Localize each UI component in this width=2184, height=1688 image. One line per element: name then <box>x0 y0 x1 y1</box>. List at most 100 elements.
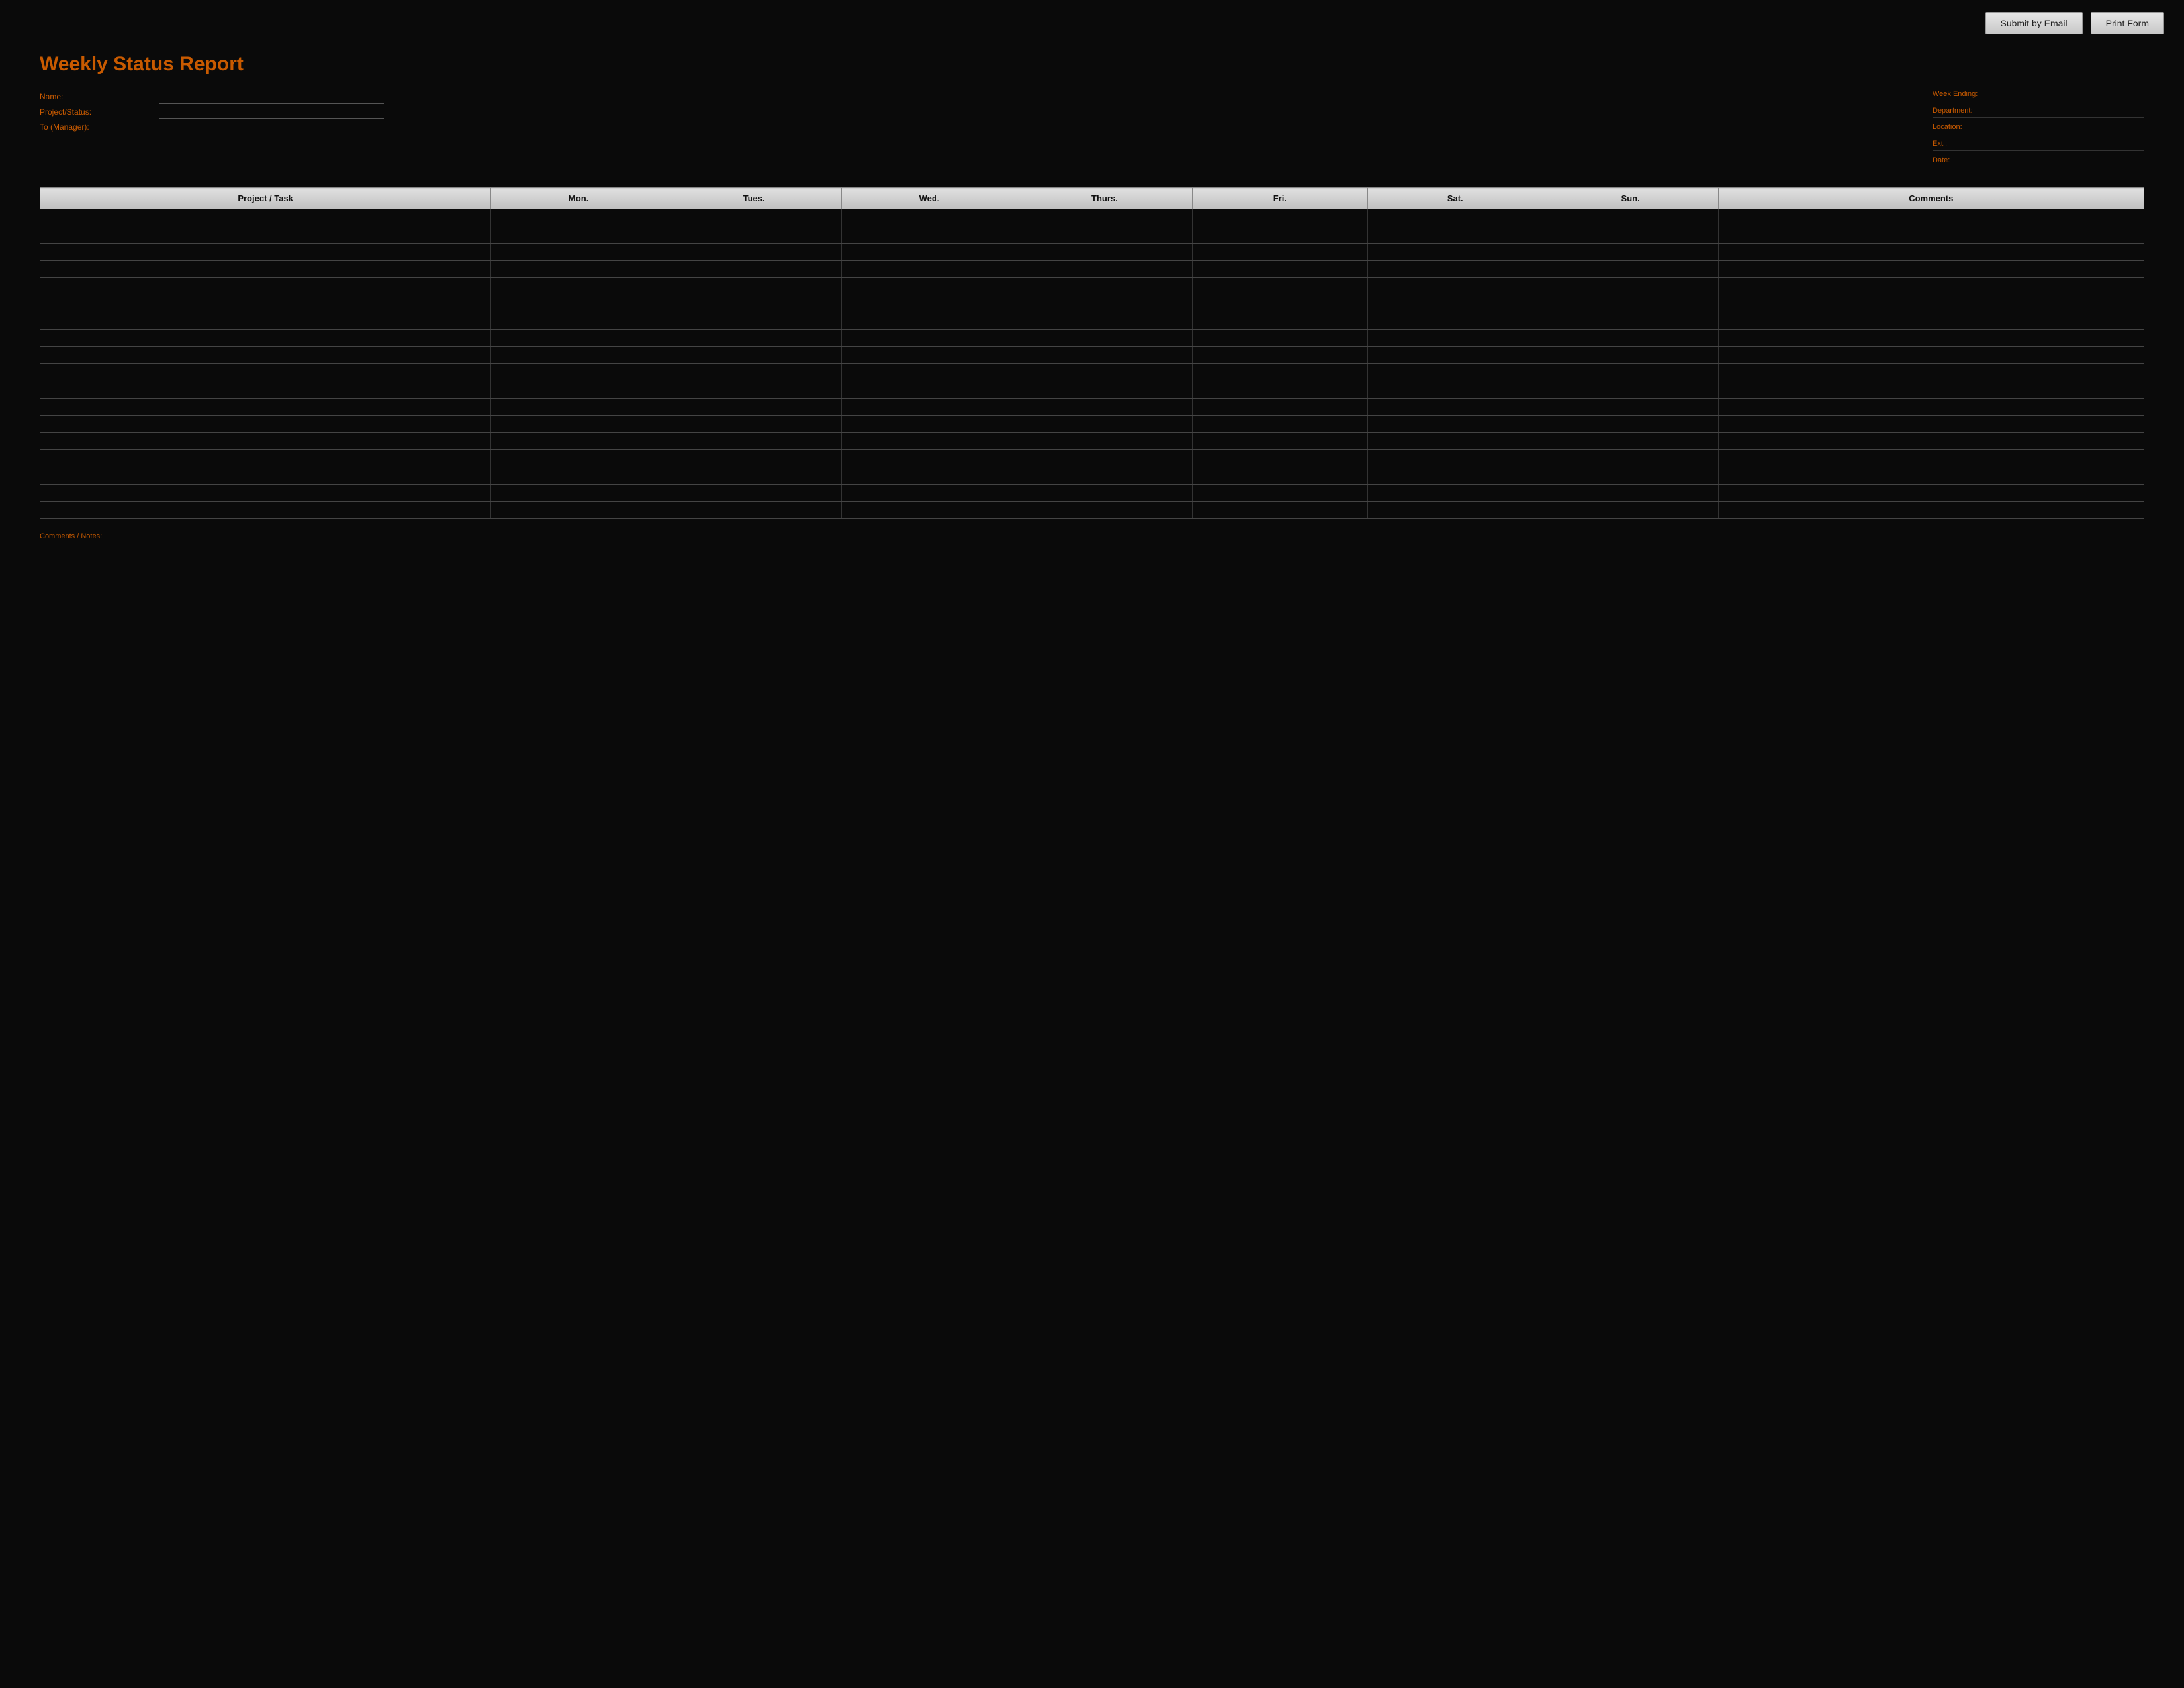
input-project-7[interactable] <box>43 331 488 345</box>
input-comments-8[interactable] <box>1721 348 2141 362</box>
input-wed-10[interactable] <box>844 383 1014 397</box>
input-wed-9[interactable] <box>844 365 1014 379</box>
input-tues-1[interactable] <box>669 228 839 242</box>
input-sat-6[interactable] <box>1371 314 1540 328</box>
input-project-9[interactable] <box>43 365 488 379</box>
input-sat-14[interactable] <box>1371 451 1540 465</box>
input-wed-15[interactable] <box>844 469 1014 483</box>
input-fri-10[interactable] <box>1195 383 1365 397</box>
input-sat-16[interactable] <box>1371 486 1540 500</box>
input-thurs-6[interactable] <box>1020 314 1189 328</box>
input-tues-13[interactable] <box>669 434 839 448</box>
input-project-3[interactable] <box>43 262 488 276</box>
input-project-16[interactable] <box>43 486 488 500</box>
input-sat-4[interactable] <box>1371 279 1540 293</box>
print-form-button[interactable]: Print Form <box>2091 12 2164 34</box>
input-project-8[interactable] <box>43 348 488 362</box>
input-mon-8[interactable] <box>494 348 663 362</box>
input-sun-1[interactable] <box>1546 228 1715 242</box>
input-wed-0[interactable] <box>844 211 1014 224</box>
input-tues-14[interactable] <box>669 451 839 465</box>
input-tues-16[interactable] <box>669 486 839 500</box>
input-wed-16[interactable] <box>844 486 1014 500</box>
input-comments-16[interactable] <box>1721 486 2141 500</box>
input-wed-12[interactable] <box>844 417 1014 431</box>
input-fri-5[interactable] <box>1195 297 1365 310</box>
input-project-11[interactable] <box>43 400 488 414</box>
input-sun-7[interactable] <box>1546 331 1715 345</box>
input-sun-2[interactable] <box>1546 245 1715 259</box>
input-tues-5[interactable] <box>669 297 839 310</box>
input-comments-3[interactable] <box>1721 262 2141 276</box>
input-project-13[interactable] <box>43 434 488 448</box>
input-project-12[interactable] <box>43 417 488 431</box>
to-manager-input[interactable] <box>159 119 384 134</box>
input-comments-2[interactable] <box>1721 245 2141 259</box>
input-comments-5[interactable] <box>1721 297 2141 310</box>
input-sun-12[interactable] <box>1546 417 1715 431</box>
input-mon-3[interactable] <box>494 262 663 276</box>
input-project-0[interactable] <box>43 211 488 224</box>
input-comments-7[interactable] <box>1721 331 2141 345</box>
input-fri-16[interactable] <box>1195 486 1365 500</box>
input-mon-15[interactable] <box>494 469 663 483</box>
input-mon-10[interactable] <box>494 383 663 397</box>
input-thurs-8[interactable] <box>1020 348 1189 362</box>
input-tues-10[interactable] <box>669 383 839 397</box>
input-mon-17[interactable] <box>494 503 663 517</box>
input-sat-13[interactable] <box>1371 434 1540 448</box>
input-mon-4[interactable] <box>494 279 663 293</box>
input-sun-4[interactable] <box>1546 279 1715 293</box>
input-fri-13[interactable] <box>1195 434 1365 448</box>
input-comments-13[interactable] <box>1721 434 2141 448</box>
input-sun-8[interactable] <box>1546 348 1715 362</box>
input-thurs-13[interactable] <box>1020 434 1189 448</box>
input-tues-11[interactable] <box>669 400 839 414</box>
input-comments-14[interactable] <box>1721 451 2141 465</box>
input-project-14[interactable] <box>43 451 488 465</box>
input-comments-11[interactable] <box>1721 400 2141 414</box>
input-sun-11[interactable] <box>1546 400 1715 414</box>
input-wed-11[interactable] <box>844 400 1014 414</box>
input-tues-15[interactable] <box>669 469 839 483</box>
input-wed-17[interactable] <box>844 503 1014 517</box>
input-sun-17[interactable] <box>1546 503 1715 517</box>
location-input[interactable] <box>2004 122 2144 132</box>
input-project-15[interactable] <box>43 469 488 483</box>
input-wed-7[interactable] <box>844 331 1014 345</box>
input-fri-11[interactable] <box>1195 400 1365 414</box>
name-input[interactable] <box>159 89 384 103</box>
input-tues-8[interactable] <box>669 348 839 362</box>
input-tues-6[interactable] <box>669 314 839 328</box>
input-sat-1[interactable] <box>1371 228 1540 242</box>
input-project-10[interactable] <box>43 383 488 397</box>
input-sun-10[interactable] <box>1546 383 1715 397</box>
input-sat-5[interactable] <box>1371 297 1540 310</box>
input-sat-17[interactable] <box>1371 503 1540 517</box>
input-thurs-0[interactable] <box>1020 211 1189 224</box>
input-sun-3[interactable] <box>1546 262 1715 276</box>
input-fri-0[interactable] <box>1195 211 1365 224</box>
input-comments-12[interactable] <box>1721 417 2141 431</box>
input-thurs-16[interactable] <box>1020 486 1189 500</box>
input-tues-0[interactable] <box>669 211 839 224</box>
input-wed-4[interactable] <box>844 279 1014 293</box>
input-fri-2[interactable] <box>1195 245 1365 259</box>
input-sun-0[interactable] <box>1546 211 1715 224</box>
input-sat-11[interactable] <box>1371 400 1540 414</box>
input-tues-4[interactable] <box>669 279 839 293</box>
input-mon-13[interactable] <box>494 434 663 448</box>
input-sun-14[interactable] <box>1546 451 1715 465</box>
input-comments-4[interactable] <box>1721 279 2141 293</box>
submit-email-button[interactable]: Submit by Email <box>1985 12 2083 34</box>
input-sat-9[interactable] <box>1371 365 1540 379</box>
input-wed-1[interactable] <box>844 228 1014 242</box>
input-sun-16[interactable] <box>1546 486 1715 500</box>
input-wed-5[interactable] <box>844 297 1014 310</box>
input-mon-14[interactable] <box>494 451 663 465</box>
input-fri-14[interactable] <box>1195 451 1365 465</box>
input-sun-13[interactable] <box>1546 434 1715 448</box>
input-project-4[interactable] <box>43 279 488 293</box>
input-fri-12[interactable] <box>1195 417 1365 431</box>
input-comments-0[interactable] <box>1721 211 2141 224</box>
